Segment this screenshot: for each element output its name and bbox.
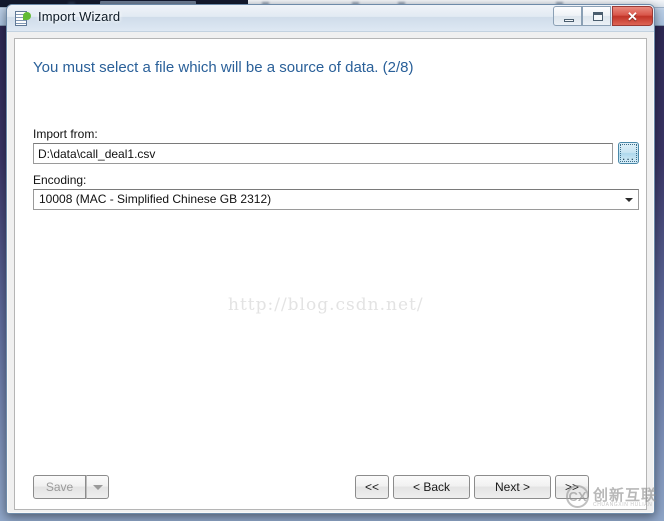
import-from-label: Import from: — [33, 127, 98, 141]
save-dropdown-button[interactable] — [86, 475, 109, 499]
import-wizard-dialog: Import Wizard ✕ You must select a file w… — [6, 4, 655, 514]
maximize-icon — [593, 12, 603, 21]
dialog-titlebar[interactable]: Import Wizard ✕ — [7, 5, 654, 32]
encoding-label: Encoding: — [33, 173, 87, 187]
close-button[interactable]: ✕ — [612, 6, 653, 26]
close-icon: ✕ — [627, 9, 638, 24]
minimize-icon — [564, 19, 574, 22]
save-button[interactable]: Save — [33, 475, 86, 499]
import-from-input[interactable]: D:\data\call_deal1.csv — [33, 143, 613, 164]
logo-name-en: CHUANGXIN HULIAN — [593, 502, 653, 508]
desktop-background: Import Wizard ✕ You must select a file w… — [0, 0, 664, 521]
watermark-url: http://blog.csdn.net/ — [228, 295, 424, 315]
window-title: Import Wizard — [38, 9, 121, 24]
corner-logo-watermark: CX 创新互联 CHUANGXIN HULIAN — [564, 483, 662, 513]
dialog-client-area: You must select a file which will be a s… — [14, 38, 647, 510]
spreadsheet-green-icon — [15, 10, 32, 27]
ellipsis-icon: ... — [620, 144, 637, 162]
logo-mark-icon: CX — [566, 485, 589, 508]
page-title: You must select a file which will be a s… — [33, 59, 414, 76]
browse-file-button[interactable]: ... — [618, 142, 639, 164]
minimize-button[interactable] — [553, 6, 582, 26]
encoding-selected-value: 10008 (MAC - Simplified Chinese GB 2312) — [39, 192, 272, 206]
chevron-down-icon[interactable] — [620, 191, 637, 208]
next-button[interactable]: Next > — [474, 475, 551, 499]
maximize-button[interactable] — [582, 6, 611, 26]
dialog-footer: Save << < Back Next > >> — [22, 471, 646, 503]
first-page-button[interactable]: << — [355, 475, 389, 499]
back-button[interactable]: < Back — [393, 475, 470, 499]
encoding-select[interactable]: 10008 (MAC - Simplified Chinese GB 2312) — [33, 189, 639, 210]
chevron-down-icon — [92, 484, 103, 490]
